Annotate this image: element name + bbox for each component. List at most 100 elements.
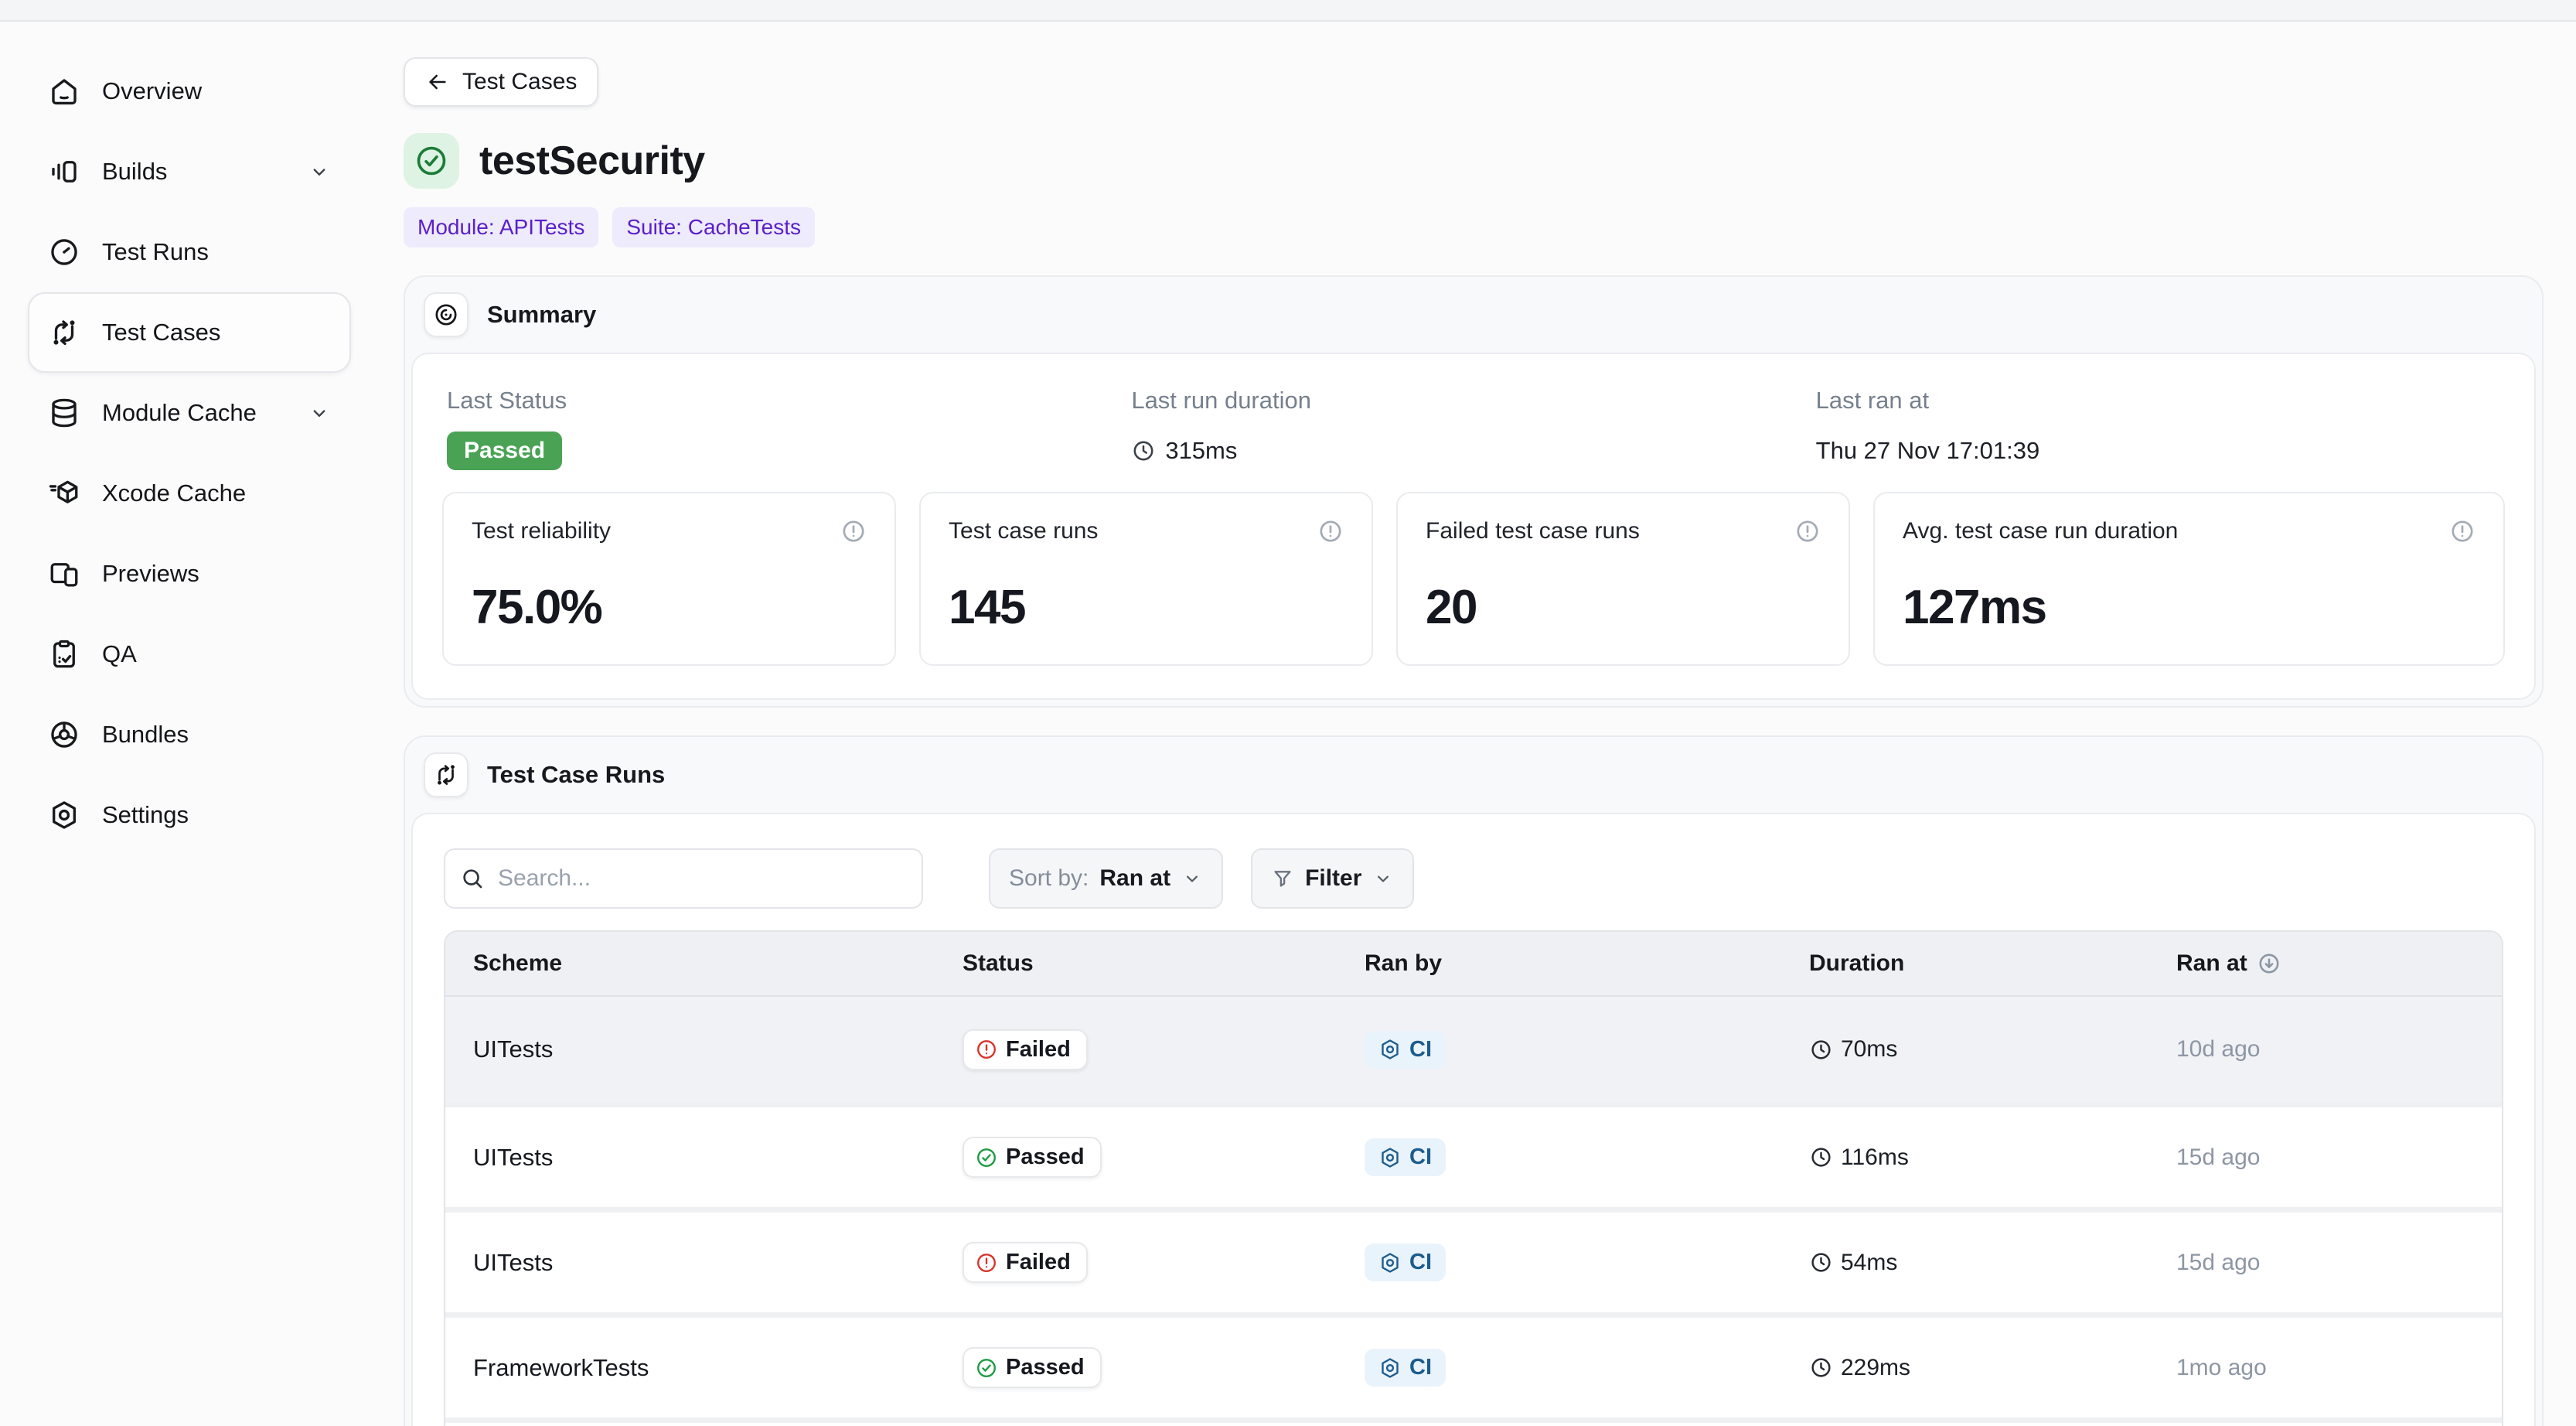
table-controls: Sort by: Ran at Filter: [413, 814, 2534, 909]
ran-by-chip: CI: [1365, 1243, 1446, 1281]
sidebar-item-label: Settings: [102, 801, 189, 829]
ran-at-cell: 1mo ago: [2158, 1355, 2502, 1381]
summary-icon-button[interactable]: [424, 292, 469, 337]
ran-at-cell: 10d ago: [2158, 1036, 2502, 1063]
passed-icon: [975, 1356, 998, 1380]
filter-label: Filter: [1305, 865, 1361, 892]
column-header-ran-at[interactable]: Ran at: [2158, 950, 2502, 977]
sidebar-item-qa[interactable]: QA: [28, 614, 351, 694]
sidebar-item-builds[interactable]: Builds: [28, 131, 351, 212]
database-icon: [48, 397, 80, 429]
sidebar-item-label: Test Cases: [102, 319, 220, 346]
metric-label: Test case runs: [949, 518, 1098, 544]
back-button[interactable]: Test Cases: [404, 57, 598, 107]
sidebar-item-settings[interactable]: Settings: [28, 775, 351, 855]
search-input[interactable]: [444, 848, 923, 909]
metric-value: 75.0%: [472, 580, 867, 635]
badge-row: Module: APITests Suite: CacheTests: [404, 207, 2544, 247]
column-header-duration[interactable]: Duration: [1791, 950, 2158, 977]
sidebar-item-label: QA: [102, 640, 137, 668]
back-arrow-icon: [425, 70, 450, 94]
summary-panel-header: Summary: [405, 277, 2542, 353]
chevron-down-icon[interactable]: [308, 401, 331, 425]
column-header-scheme[interactable]: Scheme: [445, 950, 944, 977]
clock-icon: [1809, 1356, 1833, 1380]
ran-at-cell: 15d ago: [2158, 1250, 2502, 1276]
info-icon[interactable]: [1317, 518, 1344, 544]
route-icon: [433, 762, 459, 788]
search-icon: [459, 865, 486, 892]
info-icon[interactable]: [1794, 518, 1821, 544]
table-row-partial[interactable]: [445, 1417, 2502, 1426]
sidebar-item-label: Xcode Cache: [102, 479, 246, 507]
builds-icon: [48, 155, 80, 188]
field-label: Last Status: [447, 387, 1131, 414]
runs-icon-button[interactable]: [424, 752, 469, 797]
ran-by-chip: CI: [1365, 1349, 1446, 1387]
chevron-down-icon[interactable]: [308, 160, 331, 183]
duration-cell: 54ms: [1791, 1250, 2158, 1276]
window-top-bar: [0, 0, 2576, 22]
sort-by-button[interactable]: Sort by: Ran at: [989, 848, 1223, 909]
sidebar-item-test-cases[interactable]: Test Cases: [28, 292, 351, 373]
column-header-ran-by[interactable]: Ran by: [1346, 950, 1791, 977]
devices-icon: [48, 558, 80, 590]
sidebar-item-module-cache[interactable]: Module Cache: [28, 373, 351, 453]
sort-descending-icon[interactable]: [2257, 951, 2281, 976]
metric-test-reliability: Test reliability 75.0%: [442, 492, 896, 666]
route-icon: [48, 316, 80, 349]
test-case-runs-panel: Test Case Runs Sort by: Ran at Fi: [404, 735, 2544, 1426]
sidebar-item-label: Overview: [102, 77, 202, 105]
settings-nut-icon: [48, 799, 80, 831]
clock-icon: [1131, 438, 1156, 463]
sidebar-item-label: Builds: [102, 158, 167, 186]
summary-panel: Summary Last Status Passed Last run dura…: [404, 275, 2544, 708]
sidebar-item-xcode-cache[interactable]: Xcode Cache: [28, 453, 351, 534]
sidebar-item-previews[interactable]: Previews: [28, 534, 351, 614]
table-row[interactable]: FrameworkTests Passed CI 229ms 1mo ago: [445, 1312, 2502, 1417]
info-icon[interactable]: [2449, 518, 2475, 544]
ci-nut-icon: [1378, 1356, 1402, 1380]
main-content: Test Cases testSecurity Module: APITests…: [379, 22, 2576, 1424]
check-circle-icon: [414, 143, 449, 179]
clock-icon: [1809, 1145, 1833, 1169]
sidebar-item-bundles[interactable]: Bundles: [28, 694, 351, 775]
page-title: testSecurity: [479, 138, 705, 184]
runs-title: Test Case Runs: [487, 761, 665, 789]
summary-card: Last Status Passed Last run duration 315…: [411, 353, 2536, 700]
metric-cards: Test reliability 75.0% Test case runs 14…: [413, 475, 2534, 698]
clock-icon: [1809, 1038, 1833, 1062]
metric-value: 145: [949, 580, 1344, 635]
back-button-label: Test Cases: [462, 69, 577, 95]
status-badge: Passed: [963, 1137, 1102, 1178]
ran-by-chip: CI: [1365, 1138, 1446, 1176]
failed-icon: [975, 1038, 998, 1061]
search-box: [444, 848, 923, 909]
duration-cell: 229ms: [1791, 1355, 2158, 1381]
ci-nut-icon: [1378, 1251, 1402, 1274]
table-row[interactable]: UITests Failed CI 54ms 15d ago: [445, 1207, 2502, 1312]
metric-failed-runs: Failed test case runs 20: [1396, 492, 1850, 666]
ci-nut-icon: [1378, 1038, 1402, 1061]
title-row: testSecurity: [404, 133, 2544, 189]
suite-badge: Suite: CacheTests: [612, 207, 815, 247]
metric-label: Test reliability: [472, 518, 611, 544]
gauge-icon: [48, 236, 80, 268]
scheme-cell: UITests: [445, 1249, 944, 1277]
test-case-runs-table: Scheme Status Ran by Duration Ran at UIT…: [444, 930, 2503, 1426]
sidebar-item-overview[interactable]: Overview: [28, 51, 351, 131]
sidebar-item-label: Test Runs: [102, 238, 209, 266]
column-header-status[interactable]: Status: [944, 950, 1346, 977]
sort-by-label: Sort by:: [1009, 865, 1089, 892]
field-label: Last run duration: [1131, 387, 1815, 414]
filter-button[interactable]: Filter: [1251, 848, 1414, 909]
summary-title: Summary: [487, 301, 596, 329]
table-row[interactable]: UITests Failed CI 70ms 10d ago: [445, 997, 2502, 1102]
ran-by-chip: CI: [1365, 1031, 1446, 1069]
sidebar-item-test-runs[interactable]: Test Runs: [28, 212, 351, 292]
status-badge: Failed: [963, 1029, 1088, 1070]
duration-cell: 116ms: [1791, 1145, 2158, 1171]
info-icon[interactable]: [840, 518, 867, 544]
sort-by-value: Ran at: [1099, 865, 1170, 892]
table-row[interactable]: UITests Passed CI 116ms 15d ago: [445, 1102, 2502, 1207]
